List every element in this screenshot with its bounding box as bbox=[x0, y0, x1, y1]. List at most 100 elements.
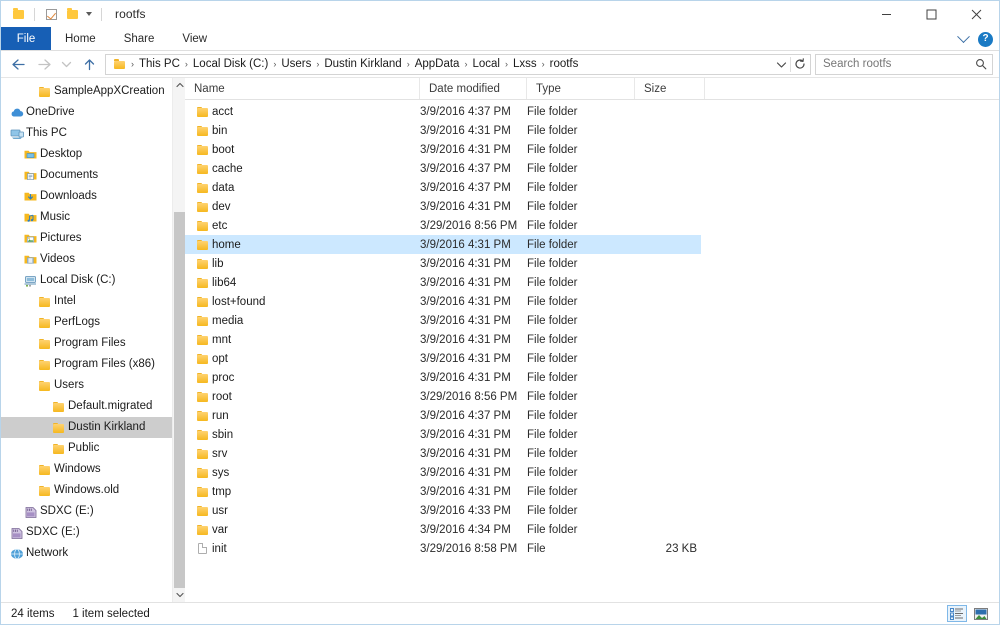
tab-home[interactable]: Home bbox=[51, 27, 110, 50]
back-button[interactable] bbox=[5, 53, 31, 75]
cell-type: File folder bbox=[527, 466, 578, 479]
column-header-name[interactable]: Name bbox=[185, 78, 420, 99]
sidebar-item-windows[interactable]: Windows bbox=[1, 459, 185, 480]
table-row[interactable]: run 3/9/2016 4:37 PM File folder bbox=[185, 406, 701, 425]
sidebar-item-sdxc-e[interactable]: SDXC (E:) bbox=[1, 501, 185, 522]
forward-button[interactable] bbox=[31, 53, 57, 75]
cell-date-modified: 3/9/2016 4:37 PM bbox=[420, 409, 511, 422]
cell-name: lib bbox=[185, 258, 420, 270]
table-row[interactable]: tmp 3/9/2016 4:31 PM File folder bbox=[185, 482, 701, 501]
table-row[interactable]: root 3/29/2016 8:56 PM File folder bbox=[185, 387, 701, 406]
recent-locations-button[interactable] bbox=[57, 53, 76, 75]
breadcrumb-item-dustin-kirkland[interactable]: Dustin Kirkland bbox=[320, 57, 405, 71]
table-row[interactable]: boot 3/9/2016 4:31 PM File folder bbox=[185, 140, 701, 159]
sidebar-item-this-pc[interactable]: This PC bbox=[1, 123, 185, 144]
customize-quick-access-icon[interactable] bbox=[86, 12, 92, 16]
sidebar-item-sampleappxcreation[interactable]: SampleAppXCreation bbox=[1, 81, 185, 102]
folder-icon bbox=[193, 315, 212, 326]
table-row[interactable]: srv 3/9/2016 4:31 PM File folder bbox=[185, 444, 701, 463]
file-name-label: lib bbox=[212, 257, 224, 270]
table-row[interactable]: dev 3/9/2016 4:31 PM File folder bbox=[185, 197, 701, 216]
table-row[interactable]: lib 3/9/2016 4:31 PM File folder bbox=[185, 254, 701, 273]
chevron-down-icon[interactable] bbox=[957, 29, 970, 43]
sidebar-item-network[interactable]: Network bbox=[1, 543, 185, 564]
navigation-scrollbar[interactable] bbox=[172, 78, 185, 602]
minimize-button[interactable] bbox=[864, 1, 909, 27]
table-row[interactable]: proc 3/9/2016 4:31 PM File folder bbox=[185, 368, 701, 387]
table-row[interactable]: etc 3/29/2016 8:56 PM File folder bbox=[185, 216, 701, 235]
sidebar-item-program-files[interactable]: Program Files bbox=[1, 333, 185, 354]
sidebar-item-documents[interactable]: Documents bbox=[1, 165, 185, 186]
column-header-type[interactable]: Type bbox=[527, 78, 635, 99]
sidebar-item-program-files-x86[interactable]: Program Files (x86) bbox=[1, 354, 185, 375]
sidebar-item-public[interactable]: Public bbox=[1, 438, 185, 459]
window-controls bbox=[864, 1, 999, 27]
table-row[interactable]: lost+found 3/9/2016 4:31 PM File folder bbox=[185, 292, 701, 311]
tab-share[interactable]: Share bbox=[110, 27, 169, 50]
sidebar-item-music[interactable]: Music bbox=[1, 207, 185, 228]
large-icons-view-button[interactable] bbox=[971, 605, 991, 622]
table-row[interactable]: acct 3/9/2016 4:37 PM File folder bbox=[185, 102, 701, 121]
properties-icon[interactable] bbox=[42, 4, 60, 24]
table-row[interactable]: bin 3/9/2016 4:31 PM File folder bbox=[185, 121, 701, 140]
breadcrumb-item-users[interactable]: Users bbox=[277, 57, 315, 71]
cell-type: File bbox=[527, 542, 546, 555]
table-row[interactable]: data 3/9/2016 4:37 PM File folder bbox=[185, 178, 701, 197]
sidebar-item-label: SDXC (E:) bbox=[40, 504, 94, 517]
sidebar-item-label: Downloads bbox=[40, 189, 97, 202]
scroll-up-icon[interactable] bbox=[173, 78, 185, 92]
table-row[interactable]: sbin 3/9/2016 4:31 PM File folder bbox=[185, 425, 701, 444]
item-count-label: 24 items bbox=[11, 607, 55, 620]
scrollbar-thumb[interactable] bbox=[174, 212, 185, 590]
sidebar-item-local-disk-c[interactable]: Local Disk (C:) bbox=[1, 270, 185, 291]
sidebar-item-dustin-kirkland[interactable]: Dustin Kirkland bbox=[1, 417, 185, 438]
refresh-icon[interactable] bbox=[791, 55, 808, 74]
sidebar-item-intel[interactable]: Intel bbox=[1, 291, 185, 312]
table-row[interactable]: opt 3/9/2016 4:31 PM File folder bbox=[185, 349, 701, 368]
search-input[interactable] bbox=[823, 58, 975, 70]
tab-view[interactable]: View bbox=[168, 27, 221, 50]
close-button[interactable] bbox=[954, 1, 999, 27]
column-header-size[interactable]: Size bbox=[635, 78, 705, 99]
breadcrumb-item-local-disk[interactable]: Local Disk (C:) bbox=[189, 57, 272, 71]
scroll-down-icon[interactable] bbox=[173, 588, 185, 602]
table-row[interactable]: lib64 3/9/2016 4:31 PM File folder bbox=[185, 273, 701, 292]
column-header-date-modified[interactable]: Date modified bbox=[420, 78, 527, 99]
table-row[interactable]: var 3/9/2016 4:34 PM File folder bbox=[185, 520, 701, 539]
folder-icon bbox=[49, 443, 68, 454]
search-icon[interactable] bbox=[975, 58, 987, 70]
breadcrumb-item-local[interactable]: Local bbox=[468, 57, 504, 71]
new-folder-icon[interactable] bbox=[63, 4, 81, 24]
sidebar-item-pictures[interactable]: Pictures bbox=[1, 228, 185, 249]
table-row[interactable]: mnt 3/9/2016 4:31 PM File folder bbox=[185, 330, 701, 349]
sidebar-item-onedrive[interactable]: OneDrive bbox=[1, 102, 185, 123]
sidebar-item-windows-old[interactable]: Windows.old bbox=[1, 480, 185, 501]
table-row[interactable]: usr 3/9/2016 4:33 PM File folder bbox=[185, 501, 701, 520]
breadcrumb-item-lxss[interactable]: Lxss bbox=[509, 57, 541, 71]
breadcrumb-item-appdata[interactable]: AppData bbox=[411, 57, 464, 71]
table-row[interactable]: cache 3/9/2016 4:37 PM File folder bbox=[185, 159, 701, 178]
sidebar-item-desktop[interactable]: Desktop bbox=[1, 144, 185, 165]
sidebar-item-default-migrated[interactable]: Default.migrated bbox=[1, 396, 185, 417]
tab-file[interactable]: File bbox=[1, 27, 51, 50]
search-box[interactable] bbox=[815, 53, 993, 75]
file-name-label: init bbox=[212, 542, 227, 555]
previous-locations-icon[interactable] bbox=[773, 55, 790, 74]
address-input[interactable]: › This PC › Local Disk (C:) › Users › Du… bbox=[105, 53, 811, 75]
table-row[interactable]: media 3/9/2016 4:31 PM File folder bbox=[185, 311, 701, 330]
sidebar-item-perflogs[interactable]: PerfLogs bbox=[1, 312, 185, 333]
sidebar-item-downloads[interactable]: Downloads bbox=[1, 186, 185, 207]
breadcrumb-item-this-pc[interactable]: This PC bbox=[135, 57, 184, 71]
details-view-button[interactable] bbox=[947, 605, 967, 622]
maximize-button[interactable] bbox=[909, 1, 954, 27]
breadcrumb-item-rootfs[interactable]: rootfs bbox=[546, 57, 583, 71]
sidebar-item-users[interactable]: Users bbox=[1, 375, 185, 396]
folder-icon[interactable] bbox=[9, 4, 27, 24]
table-row[interactable]: home 3/9/2016 4:31 PM File folder bbox=[185, 235, 701, 254]
table-row[interactable]: init 3/29/2016 8:58 PM File 23 KB bbox=[185, 539, 701, 558]
table-row[interactable]: sys 3/9/2016 4:31 PM File folder bbox=[185, 463, 701, 482]
sidebar-item-videos[interactable]: Videos bbox=[1, 249, 185, 270]
help-icon[interactable]: ? bbox=[978, 31, 993, 47]
sidebar-item-sdxc-e[interactable]: SDXC (E:) bbox=[1, 522, 185, 543]
up-button[interactable] bbox=[76, 53, 102, 75]
